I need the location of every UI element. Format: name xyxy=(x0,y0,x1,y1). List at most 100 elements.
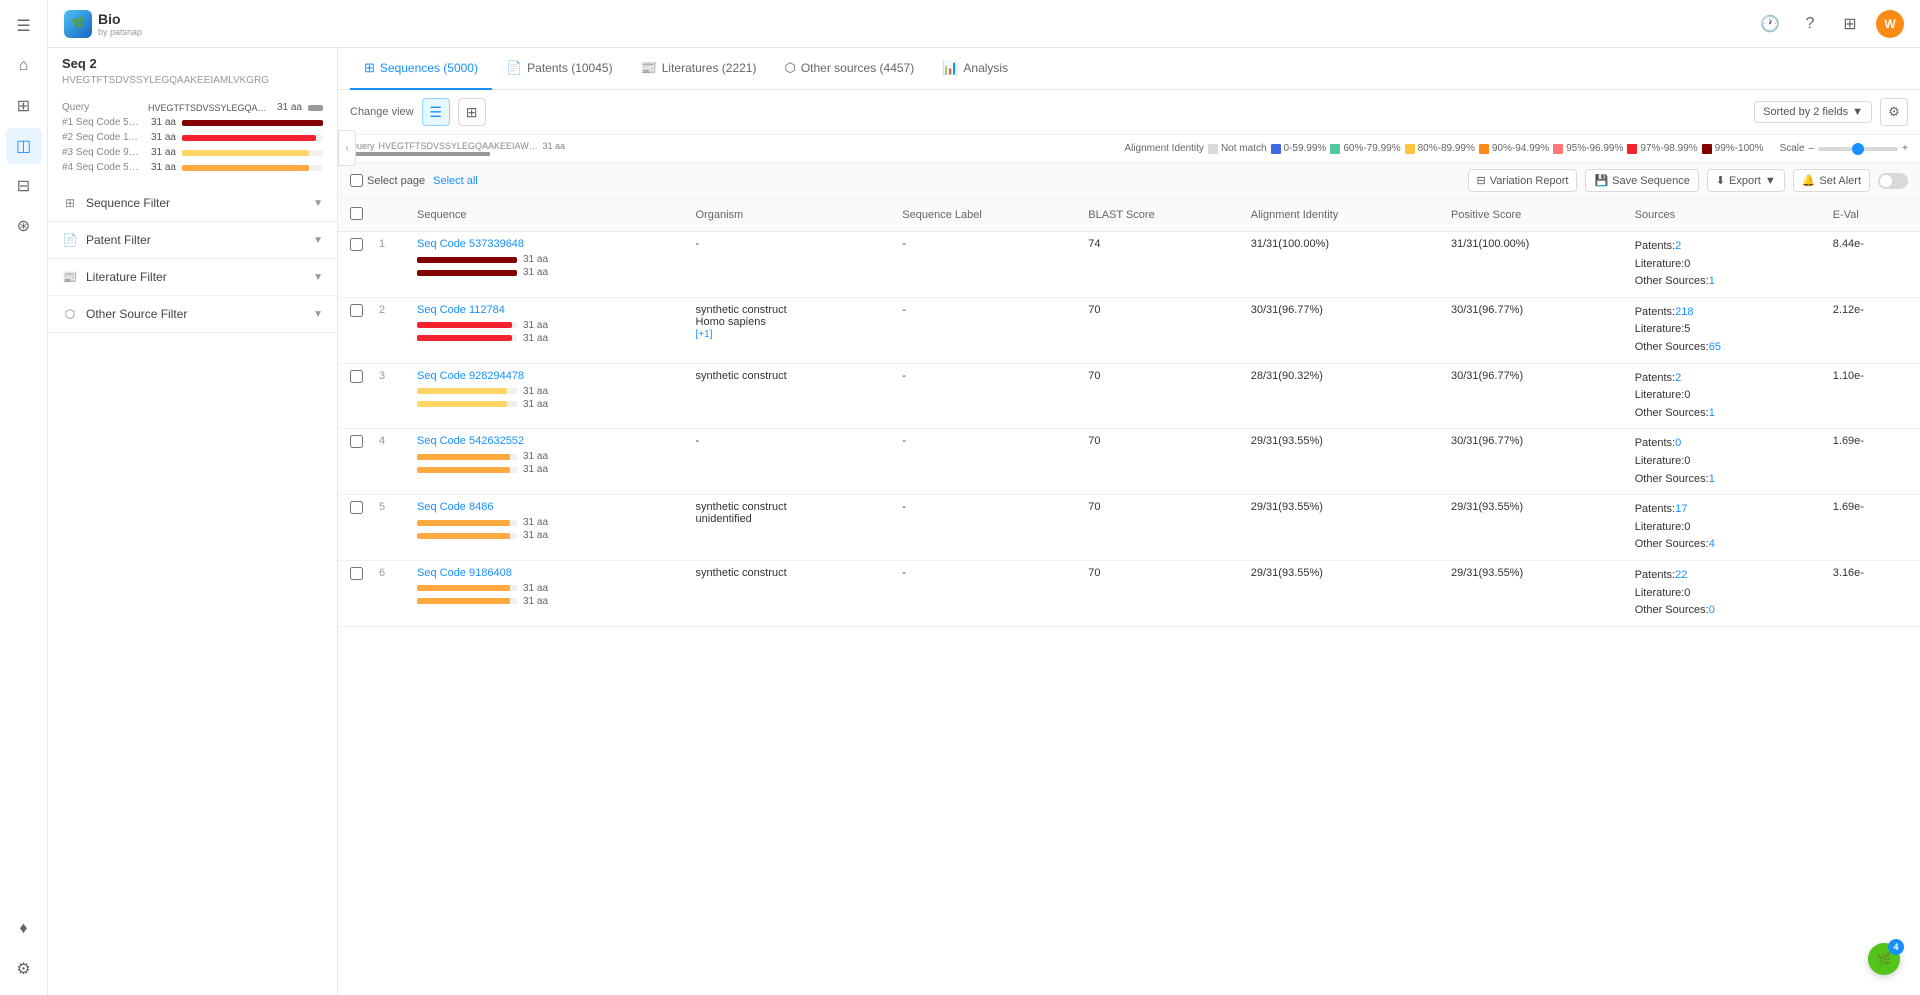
scale-plus-icon[interactable]: + xyxy=(1902,143,1908,154)
query-title: Seq 2 xyxy=(48,48,337,75)
sources-patents-link-3[interactable]: 0 xyxy=(1675,437,1681,449)
col-positive-score: Positive Score xyxy=(1439,199,1623,232)
sources-other-link-3[interactable]: 1 xyxy=(1709,473,1715,485)
nav-dashboard-icon[interactable]: ⊟ xyxy=(6,168,42,204)
organism-extra[interactable]: [+1] xyxy=(696,329,713,340)
nav-menu-icon[interactable]: ☰ xyxy=(6,8,42,44)
sort-label: Sorted by 2 fields xyxy=(1763,106,1848,118)
tab-sequences[interactable]: ⊞ Sequences (5000) xyxy=(350,48,492,90)
sequence-filter-chevron: ▼ xyxy=(313,198,323,209)
apps-icon[interactable]: ⊞ xyxy=(1836,10,1864,38)
row-blast-cell: 70 xyxy=(1076,495,1239,561)
nav-home-icon[interactable]: ⌂ xyxy=(6,48,42,84)
save-sequence-button[interactable]: 💾 Save Sequence xyxy=(1585,169,1698,192)
tab-sequences-label: Sequences (5000) xyxy=(380,61,478,75)
row-sources-cell: Patents:0 Literature:0 Other Sources:1 xyxy=(1623,429,1821,495)
collapse-sidebar-button[interactable]: ‹ xyxy=(338,130,356,166)
sources-patents-link-2[interactable]: 2 xyxy=(1675,372,1681,384)
user-avatar[interactable]: W xyxy=(1876,10,1904,38)
row-checkbox-cell xyxy=(338,429,375,495)
sequence-link-5[interactable]: Seq Code 9186408 xyxy=(417,567,512,579)
row-blast-cell: 70 xyxy=(1076,363,1239,429)
sequence-filter-header[interactable]: ⊞ Sequence Filter ▼ xyxy=(48,185,337,221)
table-row: 4 Seq Code 542632552 31 aa 31 aa - - xyxy=(338,429,1920,495)
select-page-checkbox[interactable] xyxy=(350,174,363,187)
sequence-link-2[interactable]: Seq Code 928294478 xyxy=(417,370,524,382)
tab-other-sources[interactable]: ⬡ Other sources (4457) xyxy=(770,48,928,90)
left-navigation: ☰ ⌂ ⊞ ◫ ⊟ ⊛ ♦ ⚙ xyxy=(0,0,48,995)
set-alert-toggle[interactable] xyxy=(1878,173,1908,189)
floating-notification-badge[interactable]: 🌿 4 xyxy=(1868,943,1900,975)
row-checkbox-3[interactable] xyxy=(350,435,363,448)
scale-minus-icon[interactable]: – xyxy=(1809,143,1815,154)
row-checkbox-4[interactable] xyxy=(350,501,363,514)
scale-slider[interactable] xyxy=(1818,147,1898,151)
row-sequence-cell: Seq Code 8486 31 aa 31 aa xyxy=(405,495,684,561)
tab-patents[interactable]: 📄 Patents (10045) xyxy=(492,48,627,90)
bar-top-aa-4: 31 aa xyxy=(523,517,548,528)
nav-results-icon[interactable]: ◫ xyxy=(6,128,42,164)
select-all-link[interactable]: Select all xyxy=(433,175,478,187)
sources-patents-link-1[interactable]: 218 xyxy=(1675,306,1693,318)
help-icon[interactable]: ? xyxy=(1796,10,1824,38)
floating-badge-count: 4 xyxy=(1888,939,1904,955)
top-bar-left: 🌿 Bio by patsnap xyxy=(64,10,142,38)
organism-text-1: synthetic constructHomo sapiens[+1] xyxy=(696,304,879,340)
nav-search-icon[interactable]: ⊞ xyxy=(6,88,42,124)
list-view-button[interactable]: ☰ xyxy=(422,98,450,126)
query-seq-text: HVEGTFTSDVSSYLEGQAAKEEIAWL... xyxy=(148,103,268,113)
history-icon[interactable]: 🕐 xyxy=(1756,10,1784,38)
row-checkbox-5[interactable] xyxy=(350,567,363,580)
nav-settings-icon[interactable]: ⚙ xyxy=(6,951,42,987)
sequence-link-0[interactable]: Seq Code 537339648 xyxy=(417,238,524,250)
sequence-link-4[interactable]: Seq Code 8486 xyxy=(417,501,493,513)
patent-filter-header[interactable]: 📄 Patent Filter ▼ xyxy=(48,222,337,258)
sources-other-link-2[interactable]: 1 xyxy=(1709,407,1715,419)
sources-patents-label-3: Patents: xyxy=(1635,437,1675,449)
row3-bar-wrap xyxy=(182,150,323,156)
legend-label-99-100: 99%-100% xyxy=(1715,143,1764,154)
sequence-link-3[interactable]: Seq Code 542632552 xyxy=(417,435,524,447)
set-alert-button[interactable]: 🔔 Set Alert xyxy=(1793,169,1870,192)
export-label: Export xyxy=(1729,175,1761,187)
alignment-row-1: #1 Seq Code 537339648 31 aa xyxy=(62,117,323,128)
row-sources-cell: Patents:22 Literature:0 Other Sources:0 xyxy=(1623,560,1821,626)
grid-view-button[interactable]: ⊞ xyxy=(458,98,486,126)
sources-other-link-5[interactable]: 0 xyxy=(1709,604,1715,616)
export-button[interactable]: ⬇ Export ▼ xyxy=(1707,169,1785,192)
variation-report-button[interactable]: ⊟ Variation Report xyxy=(1468,169,1578,192)
alignment-row-2: #2 Seq Code 112784 31 aa xyxy=(62,132,323,143)
row-checkbox-0[interactable] xyxy=(350,238,363,251)
sources-other-link-0[interactable]: 1 xyxy=(1709,275,1715,287)
sources-patents-link-0[interactable]: 2 xyxy=(1675,240,1681,252)
row-checkbox-cell xyxy=(338,560,375,626)
legend-label-0-59: 0-59.99% xyxy=(1284,143,1327,154)
select-page-label[interactable]: Select page xyxy=(350,174,425,187)
sources-other-link-1[interactable]: 65 xyxy=(1709,341,1721,353)
nav-analytics-icon[interactable]: ⊛ xyxy=(6,208,42,244)
action-row: Select page Select all ⊟ Variation Repor… xyxy=(338,163,1920,199)
sequence-link-1[interactable]: Seq Code 112784 xyxy=(417,304,505,316)
row-checkbox-2[interactable] xyxy=(350,370,363,383)
row-positive-score-cell: 30/31(96.77%) xyxy=(1439,363,1623,429)
row-positive-score-cell: 31/31(100.00%) xyxy=(1439,232,1623,298)
patent-filter-chevron: ▼ xyxy=(313,235,323,246)
row-sequence-cell: Seq Code 928294478 31 aa 31 aa xyxy=(405,363,684,429)
toolbar-left: Change view ☰ ⊞ xyxy=(350,98,486,126)
patent-filter-icon: 📄 xyxy=(62,232,78,248)
header-checkbox[interactable] xyxy=(350,207,363,220)
sources-other-link-4[interactable]: 4 xyxy=(1709,538,1715,550)
row-checkbox-1[interactable] xyxy=(350,304,363,317)
table-row: 6 Seq Code 9186408 31 aa 31 aa synthetic xyxy=(338,560,1920,626)
sources-patents-link-5[interactable]: 22 xyxy=(1675,569,1687,581)
tab-literatures[interactable]: 📰 Literatures (2221) xyxy=(627,48,771,90)
sort-button[interactable]: Sorted by 2 fields ▼ xyxy=(1754,101,1872,123)
column-settings-button[interactable]: ⚙ xyxy=(1880,98,1908,126)
tab-analysis[interactable]: 📊 Analysis xyxy=(928,48,1022,90)
nav-collections-icon[interactable]: ♦ xyxy=(6,911,42,947)
other-source-filter-header[interactable]: ⬡ Other Source Filter ▼ xyxy=(48,296,337,332)
patent-filter-label: Patent Filter xyxy=(86,233,151,247)
sources-patents-link-4[interactable]: 17 xyxy=(1675,503,1687,515)
organism-text-2: synthetic construct xyxy=(696,370,879,382)
literature-filter-header[interactable]: 📰 Literature Filter ▼ xyxy=(48,259,337,295)
